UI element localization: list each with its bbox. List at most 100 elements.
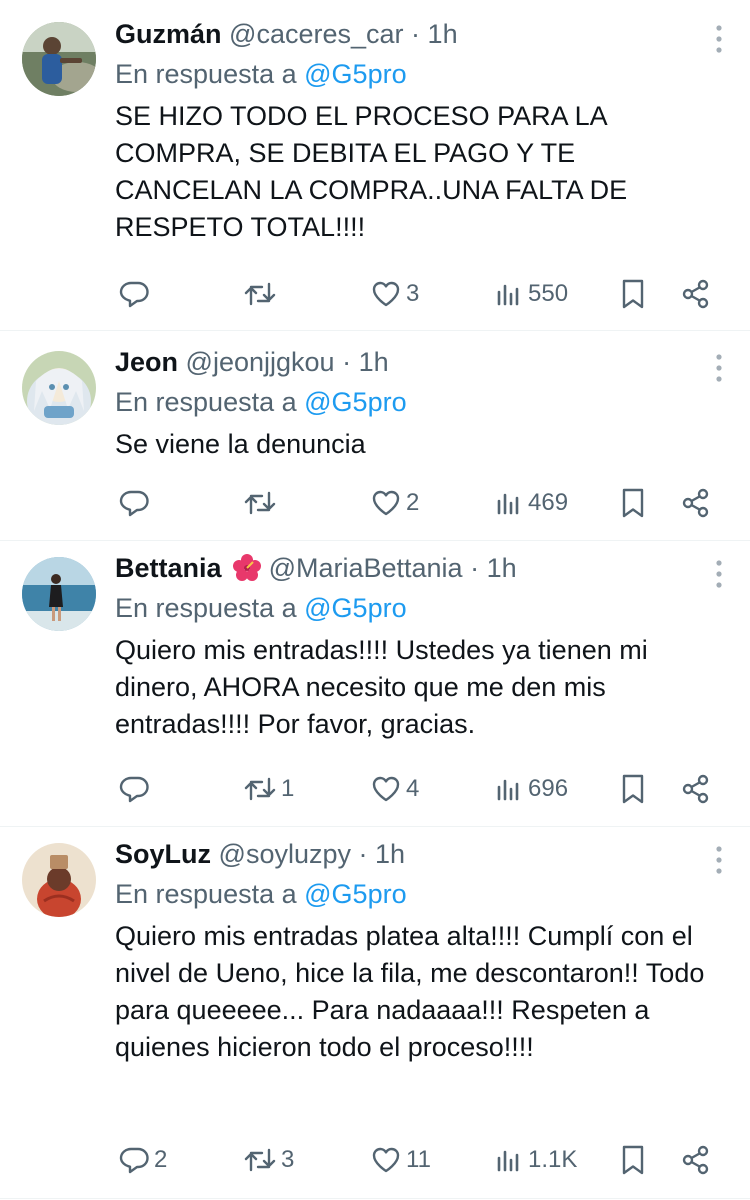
display-name[interactable]: SoyLuz [115,839,211,869]
avatar[interactable] [22,843,96,917]
share-button[interactable] [680,274,712,314]
more-icon[interactable] [712,353,726,383]
user-handle[interactable]: @jeonjjgkou [186,347,335,377]
hibiscus-emoji-icon [233,554,262,582]
timestamp[interactable]: 1h [487,553,517,583]
share-icon [680,487,712,519]
action-bar: 2 469 [115,483,720,523]
retweet-button[interactable] [243,274,281,314]
views-button[interactable]: 550 [494,274,568,314]
reply-prefix: En respuesta a [115,59,297,89]
bookmark-button[interactable] [619,769,647,809]
tweet-text: SE HIZO TODO EL PROCESO PARA LA COMPRA, … [115,101,628,242]
bookmark-button[interactable] [619,483,647,523]
views-button[interactable]: 696 [494,769,568,809]
more-icon[interactable] [712,845,726,875]
like-count: 11 [406,1146,431,1173]
reply-count: 2 [154,1146,168,1173]
heart-icon [370,278,402,310]
retweet-button[interactable]: 3 [243,1140,294,1180]
share-icon [680,1144,712,1176]
reply-to-link[interactable]: @G5pro [304,879,406,909]
tweet[interactable]: Bettania @MariaBettania · 1h En respuest… [0,541,750,827]
heart-icon [370,1144,402,1176]
reply-button[interactable]: 2 [118,1140,167,1180]
separator-dot: · [470,553,480,583]
display-name[interactable]: Guzmán [115,19,222,49]
retweet-icon [243,487,277,519]
action-bar: 1 4 696 [115,769,720,809]
reply-button[interactable] [118,274,154,314]
reply-button[interactable] [118,483,154,523]
bookmark-button[interactable] [619,1140,647,1180]
action-bar: 2 3 11 1.1K [115,1140,720,1180]
bookmark-icon [619,486,647,520]
display-name[interactable]: Bettania [115,553,222,583]
retweet-icon [243,278,277,310]
heart-icon [370,773,402,805]
tweet[interactable]: Jeon @jeonjjgkou · 1h En respuesta a @G5… [0,331,750,541]
reply-context: En respuesta a @G5pro [115,589,730,627]
more-icon[interactable] [712,24,726,54]
reply-to-link[interactable]: @G5pro [304,593,406,623]
reply-to-link[interactable]: @G5pro [304,387,406,417]
reply-context: En respuesta a @G5pro [115,875,730,913]
heart-icon [370,487,402,519]
like-button[interactable]: 2 [370,483,419,523]
tweet-text: Quiero mis entradas platea alta!!!! Cump… [115,921,705,1062]
tweet-header: SoyLuz @soyluzpy · 1h [115,835,730,873]
user-handle[interactable]: @caceres_car [229,19,403,49]
retweet-icon [243,1144,277,1176]
timestamp[interactable]: 1h [359,347,389,377]
reply-prefix: En respuesta a [115,387,297,417]
user-handle[interactable]: @MariaBettania [269,553,463,583]
bookmark-button[interactable] [619,274,647,314]
user-handle[interactable]: @soyluzpy [219,839,351,869]
timestamp[interactable]: 1h [428,19,458,49]
action-bar: 3 550 [115,274,720,314]
tweet[interactable]: Guzmán @caceres_car · 1h En respuesta a … [0,0,750,331]
like-button[interactable]: 11 [370,1140,431,1180]
bookmark-icon [619,772,647,806]
retweet-button[interactable]: 1 [243,769,294,809]
share-button[interactable] [680,769,712,809]
reply-prefix: En respuesta a [115,593,297,623]
views-icon [494,487,524,519]
views-icon [494,278,524,310]
display-name[interactable]: Jeon [115,347,178,377]
tweet[interactable]: SoyLuz @soyluzpy · 1h En respuesta a @G5… [0,827,750,1199]
avatar[interactable] [22,351,96,425]
like-count: 4 [406,775,420,802]
tweet-header: Guzmán @caceres_car · 1h [115,15,730,53]
views-button[interactable]: 469 [494,483,568,523]
share-button[interactable] [680,483,712,523]
bookmark-icon [619,1143,647,1177]
separator-dot: · [411,19,421,49]
avatar[interactable] [22,22,96,96]
reply-icon [118,278,150,310]
views-icon [494,773,524,805]
reply-to-link[interactable]: @G5pro [304,59,406,89]
tweet-header: Jeon @jeonjjgkou · 1h [115,343,730,381]
retweet-count: 1 [281,775,295,802]
share-button[interactable] [680,1140,712,1180]
reply-icon [118,487,150,519]
reply-icon [118,773,150,805]
separator-dot: · [358,839,368,869]
views-count: 1.1K [528,1146,578,1173]
more-icon[interactable] [712,559,726,589]
like-button[interactable]: 3 [370,274,419,314]
retweet-button[interactable] [243,483,281,523]
separator-dot: · [342,347,352,377]
views-count: 696 [528,775,569,802]
reply-button[interactable] [118,769,154,809]
views-count: 469 [528,489,569,516]
reply-icon [118,1144,150,1176]
timestamp[interactable]: 1h [375,839,405,869]
like-button[interactable]: 4 [370,769,419,809]
reply-prefix: En respuesta a [115,879,297,909]
views-icon [494,1144,524,1176]
views-button[interactable]: 1.1K [494,1140,577,1180]
avatar[interactable] [22,557,96,631]
tweet-text: Se viene la denuncia [115,429,366,459]
